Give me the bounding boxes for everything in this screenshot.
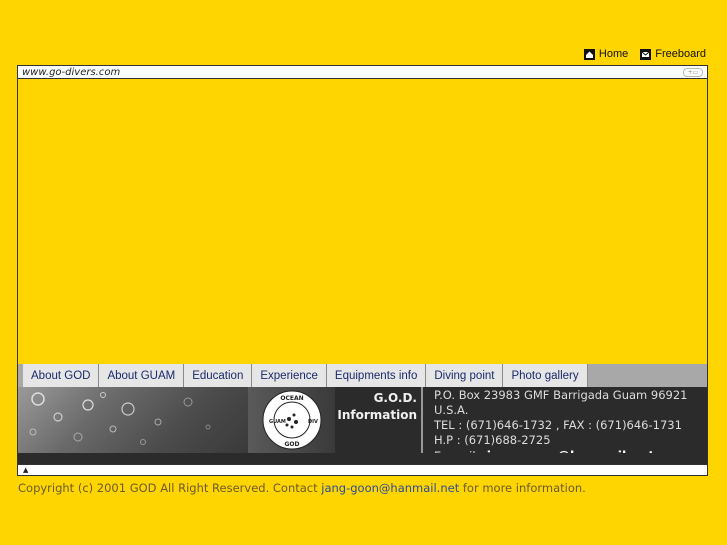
svg-text:OCEAN: OCEAN xyxy=(280,395,303,402)
tab-diving-point[interactable]: Diving point xyxy=(426,364,504,387)
tab-equipments-info[interactable]: Equipments info xyxy=(326,364,427,387)
hp-line: H.P : (671)688-2725 xyxy=(434,433,551,447)
svg-text:DIV: DIV xyxy=(308,419,318,425)
mail-icon xyxy=(640,48,652,60)
info-title-2: Information xyxy=(337,408,417,422)
bubbles-image xyxy=(18,387,248,453)
freeboard-label: Freeboard xyxy=(655,48,706,60)
home-label: Home xyxy=(598,48,629,60)
copyright-text: Copyright (c) 2001 GOD All Right Reserve… xyxy=(18,481,586,495)
copyright-post: for more information. xyxy=(459,481,586,495)
copyright-email-link[interactable]: jang-goon@hanmail.net xyxy=(321,481,459,495)
tel-line: TEL : (671)646-1732 , FAX : (671)646-173… xyxy=(434,418,682,432)
info-panel: OCEAN GOD GUAM DIV G.O.D. Information P.… xyxy=(18,387,707,463)
address-line-1: P.O. Box 23983 GMF Barrigada Guam 96921 xyxy=(434,388,688,402)
tab-photo-gallery[interactable]: Photo gallery xyxy=(503,364,588,387)
expand-toggle-icon[interactable]: +▭ xyxy=(683,67,703,77)
svg-text:GUAM: GUAM xyxy=(269,419,286,425)
tab-about-god[interactable]: About GOD xyxy=(23,364,100,387)
home-link[interactable]: Home xyxy=(583,48,629,60)
info-title-1: G.O.D. xyxy=(373,391,417,405)
tab-experience[interactable]: Experience xyxy=(252,364,327,387)
panel-bottom-bar xyxy=(18,453,707,464)
status-bar: ▲ xyxy=(18,464,707,475)
main-nav: About GOD About GUAM Education Experienc… xyxy=(18,364,707,387)
address-line-2: U.S.A. xyxy=(434,403,469,417)
freeboard-link[interactable]: Freeboard xyxy=(640,48,706,60)
tab-education[interactable]: Education xyxy=(184,364,253,387)
main-frame: www.go-divers.com +▭ About GOD About GUA… xyxy=(17,65,708,476)
url-bar: www.go-divers.com +▭ xyxy=(18,66,707,79)
svg-text:GOD: GOD xyxy=(284,441,299,448)
home-icon xyxy=(583,48,595,60)
scroll-up-icon[interactable]: ▲ xyxy=(23,466,28,474)
site-url: www.go-divers.com xyxy=(22,66,121,78)
logo-icon: OCEAN GOD GUAM DIV xyxy=(262,390,321,450)
contact-info: P.O. Box 23983 GMF Barrigada Guam 96921 … xyxy=(423,387,707,463)
ocean-divers-logo: OCEAN GOD GUAM DIV xyxy=(248,387,335,453)
copyright-pre: Copyright (c) 2001 GOD All Right Reserve… xyxy=(18,481,322,495)
top-links: Home Freeboard xyxy=(583,48,706,60)
tab-about-guam[interactable]: About GUAM xyxy=(99,364,185,387)
god-info-title: G.O.D. Information xyxy=(335,387,423,453)
